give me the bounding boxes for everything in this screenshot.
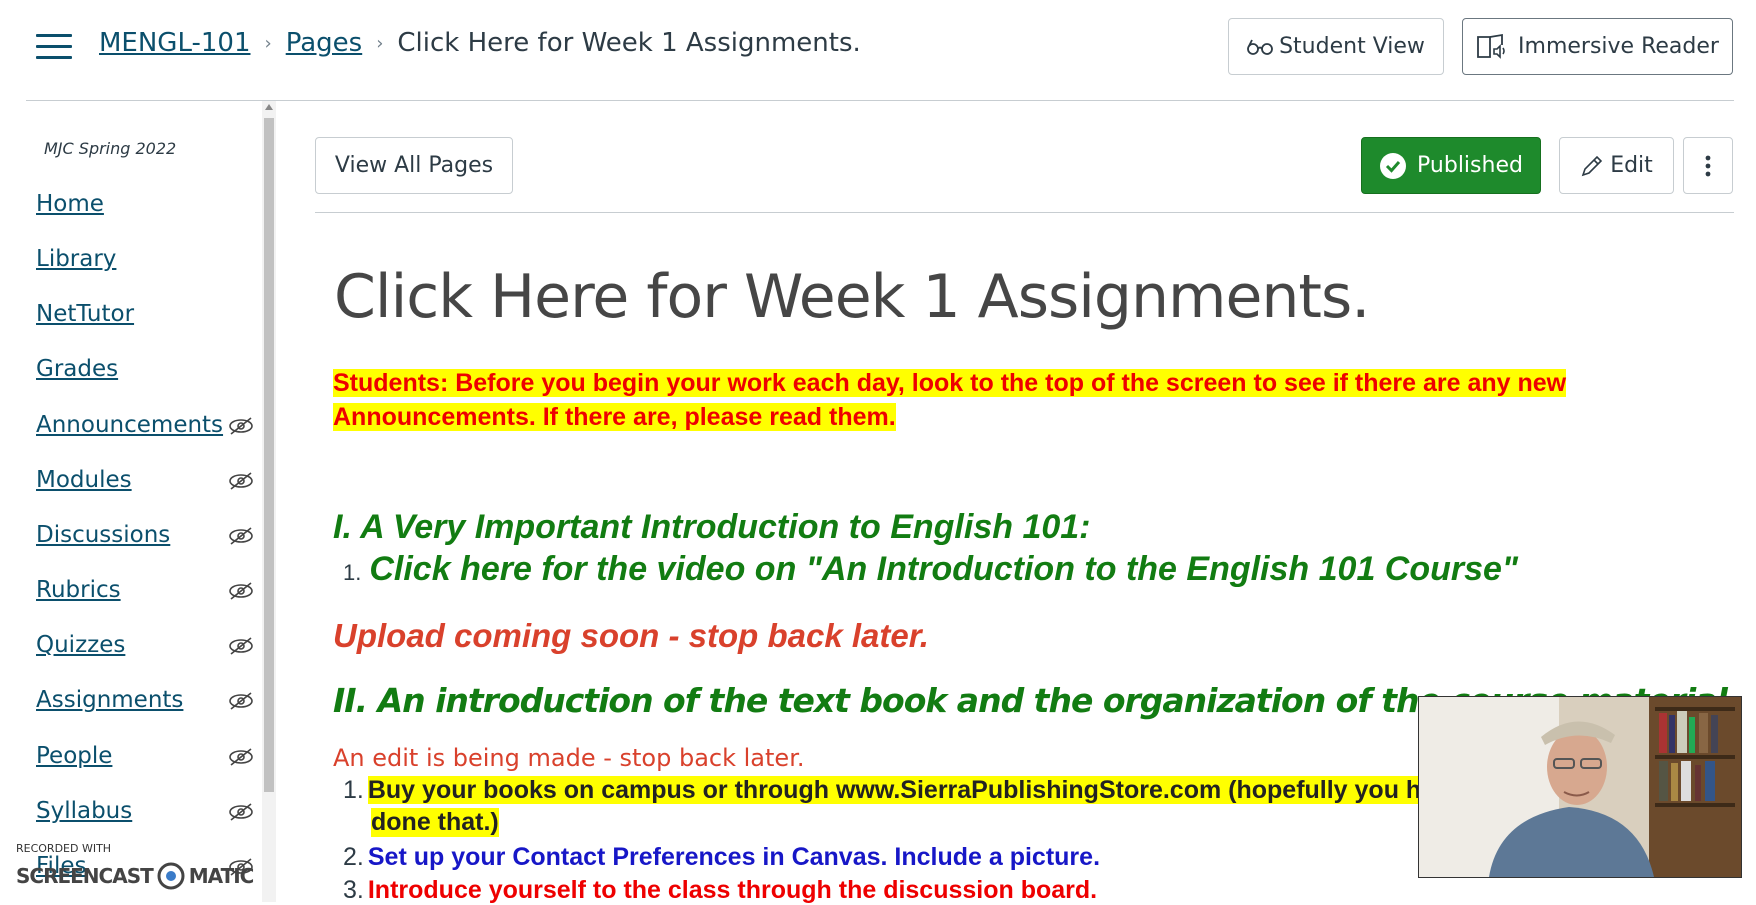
sidebar-item-label[interactable]: People	[36, 743, 112, 769]
sidebar-item-assignments[interactable]: Assignments	[36, 687, 183, 713]
sidebar-item-label[interactable]: Grades	[36, 356, 118, 382]
breadcrumb-pages-link[interactable]: Pages	[286, 28, 363, 58]
sidebar-item-label[interactable]: Modules	[36, 467, 132, 493]
immersive-reader-label: Immersive Reader	[1518, 34, 1719, 59]
list-item: 1. Buy your books on campus or through ww…	[343, 776, 1463, 805]
list-item: 2. Set up your Contact Preferences in Can…	[343, 843, 1100, 872]
eye-slash-icon	[229, 527, 253, 545]
eye-slash-icon	[229, 417, 253, 435]
immersive-reader-button[interactable]: Immersive Reader	[1462, 18, 1733, 75]
toolbar-divider	[315, 212, 1734, 213]
course-nav-sidebar: MJC Spring 2022 Home Library NetTutor Gr…	[0, 101, 262, 902]
pencil-icon	[1581, 155, 1603, 176]
webcam-feed-image	[1419, 697, 1741, 877]
immersive-reader-icon	[1477, 33, 1505, 59]
eye-slash-icon	[229, 692, 253, 710]
edit-button[interactable]: Edit	[1559, 137, 1674, 194]
sidebar-item-discussions[interactable]: Discussions	[36, 522, 170, 548]
sidebar-item-label[interactable]: Assignments	[36, 687, 183, 713]
breadcrumb: MENGL-101 › Pages › Click Here for Week …	[99, 28, 861, 58]
list-number: 3.	[343, 876, 364, 904]
list-number: 2.	[343, 843, 364, 871]
list-item-text: Buy your books on campus or through www.…	[367, 776, 1463, 804]
eye-slash-icon	[229, 803, 253, 821]
eye-slash-icon	[229, 637, 253, 655]
eye-slash-icon	[229, 582, 253, 600]
sidebar-item-syllabus[interactable]: Syllabus	[36, 798, 132, 824]
section-1-heading: I. A Very Important Introduction to Engl…	[333, 508, 1091, 546]
announcement-notice-text: Students: Before you begin your work eac…	[333, 369, 1567, 431]
sidebar-item-label[interactable]: Library	[36, 246, 116, 272]
list-item-continuation: done that.)	[371, 808, 499, 837]
view-all-pages-label: View All Pages	[334, 153, 494, 178]
view-all-pages-button[interactable]: View All Pages	[315, 137, 513, 194]
chevron-right-icon: ›	[264, 32, 272, 54]
sidebar-item-library[interactable]: Library	[36, 246, 116, 272]
glasses-icon	[1247, 39, 1273, 55]
sidebar-item-label[interactable]: Rubrics	[36, 577, 121, 603]
sidebar-scrollbar-thumb[interactable]	[264, 118, 274, 792]
kebab-icon	[1705, 155, 1711, 176]
screencast-o-matic-watermark: SCREENCAST MATIC	[16, 862, 255, 890]
sidebar-item-nettutor[interactable]: NetTutor	[36, 301, 134, 327]
sidebar-item-label[interactable]: Announcements	[36, 412, 223, 438]
published-button[interactable]: Published	[1361, 137, 1541, 194]
upload-note: Upload coming soon - stop back later.	[333, 617, 929, 654]
sidebar-item-people[interactable]: People	[36, 743, 112, 769]
eye-slash-icon	[229, 472, 253, 490]
scroll-up-arrow-icon[interactable]	[265, 104, 273, 110]
header-divider	[26, 100, 1734, 101]
breadcrumb-course-link[interactable]: MENGL-101	[99, 28, 251, 58]
top-bar: MENGL-101 › Pages › Click Here for Week …	[0, 0, 1756, 100]
student-view-label: Student View	[1279, 34, 1425, 59]
list-item-text: Introduce yourself to the class through …	[367, 876, 1098, 904]
breadcrumb-current: Click Here for Week 1 Assignments.	[397, 28, 861, 58]
eye-slash-icon	[229, 748, 253, 766]
watermark-text-b: MATIC	[188, 864, 255, 888]
recorded-with-watermark: RECORDED WITH	[16, 842, 112, 855]
hamburger-menu-icon[interactable]	[36, 34, 72, 60]
sidebar-item-label[interactable]: Syllabus	[36, 798, 132, 824]
intro-video-link[interactable]: Click here for the video on "An Introduc…	[369, 550, 1518, 588]
sidebar-item-quizzes[interactable]: Quizzes	[36, 632, 125, 658]
list-item: 3. Introduce yourself to the class throug…	[343, 876, 1097, 905]
chevron-right-icon: ›	[376, 32, 384, 54]
edit-label: Edit	[1610, 153, 1653, 178]
webcam-overlay	[1418, 696, 1742, 878]
sidebar-item-label[interactable]: Home	[36, 191, 104, 217]
announcement-notice: Students: Before you begin your work eac…	[333, 366, 1663, 434]
check-circle-icon	[1380, 152, 1407, 179]
sidebar-item-grades[interactable]: Grades	[36, 356, 118, 382]
watermark-text-a: SCREENCAST	[16, 864, 154, 888]
student-view-button[interactable]: Student View	[1228, 18, 1444, 75]
list-number: 1.	[343, 560, 362, 585]
sidebar-item-announcements[interactable]: Announcements	[36, 412, 223, 438]
list-item-text: Set up your Contact Preferences in Canva…	[367, 843, 1101, 871]
section-1-item[interactable]: 1. Click here for the video on "An Introd…	[343, 550, 1518, 589]
published-label: Published	[1417, 153, 1523, 178]
list-number: 1.	[343, 776, 364, 804]
term-label: MJC Spring 2022	[44, 139, 177, 158]
sidebar-item-label[interactable]: Quizzes	[36, 632, 125, 658]
page-title: Click Here for Week 1 Assignments.	[334, 262, 1370, 332]
sidebar-item-label[interactable]: Discussions	[36, 522, 170, 548]
sidebar-item-modules[interactable]: Modules	[36, 467, 132, 493]
more-options-button[interactable]	[1683, 137, 1733, 194]
sidebar-item-label[interactable]: NetTutor	[36, 301, 134, 327]
sidebar-item-home[interactable]: Home	[36, 191, 104, 217]
sidebar-item-rubrics[interactable]: Rubrics	[36, 577, 121, 603]
edit-note: An edit is being made - stop back later.	[333, 744, 805, 772]
screencast-logo-icon	[157, 862, 185, 890]
